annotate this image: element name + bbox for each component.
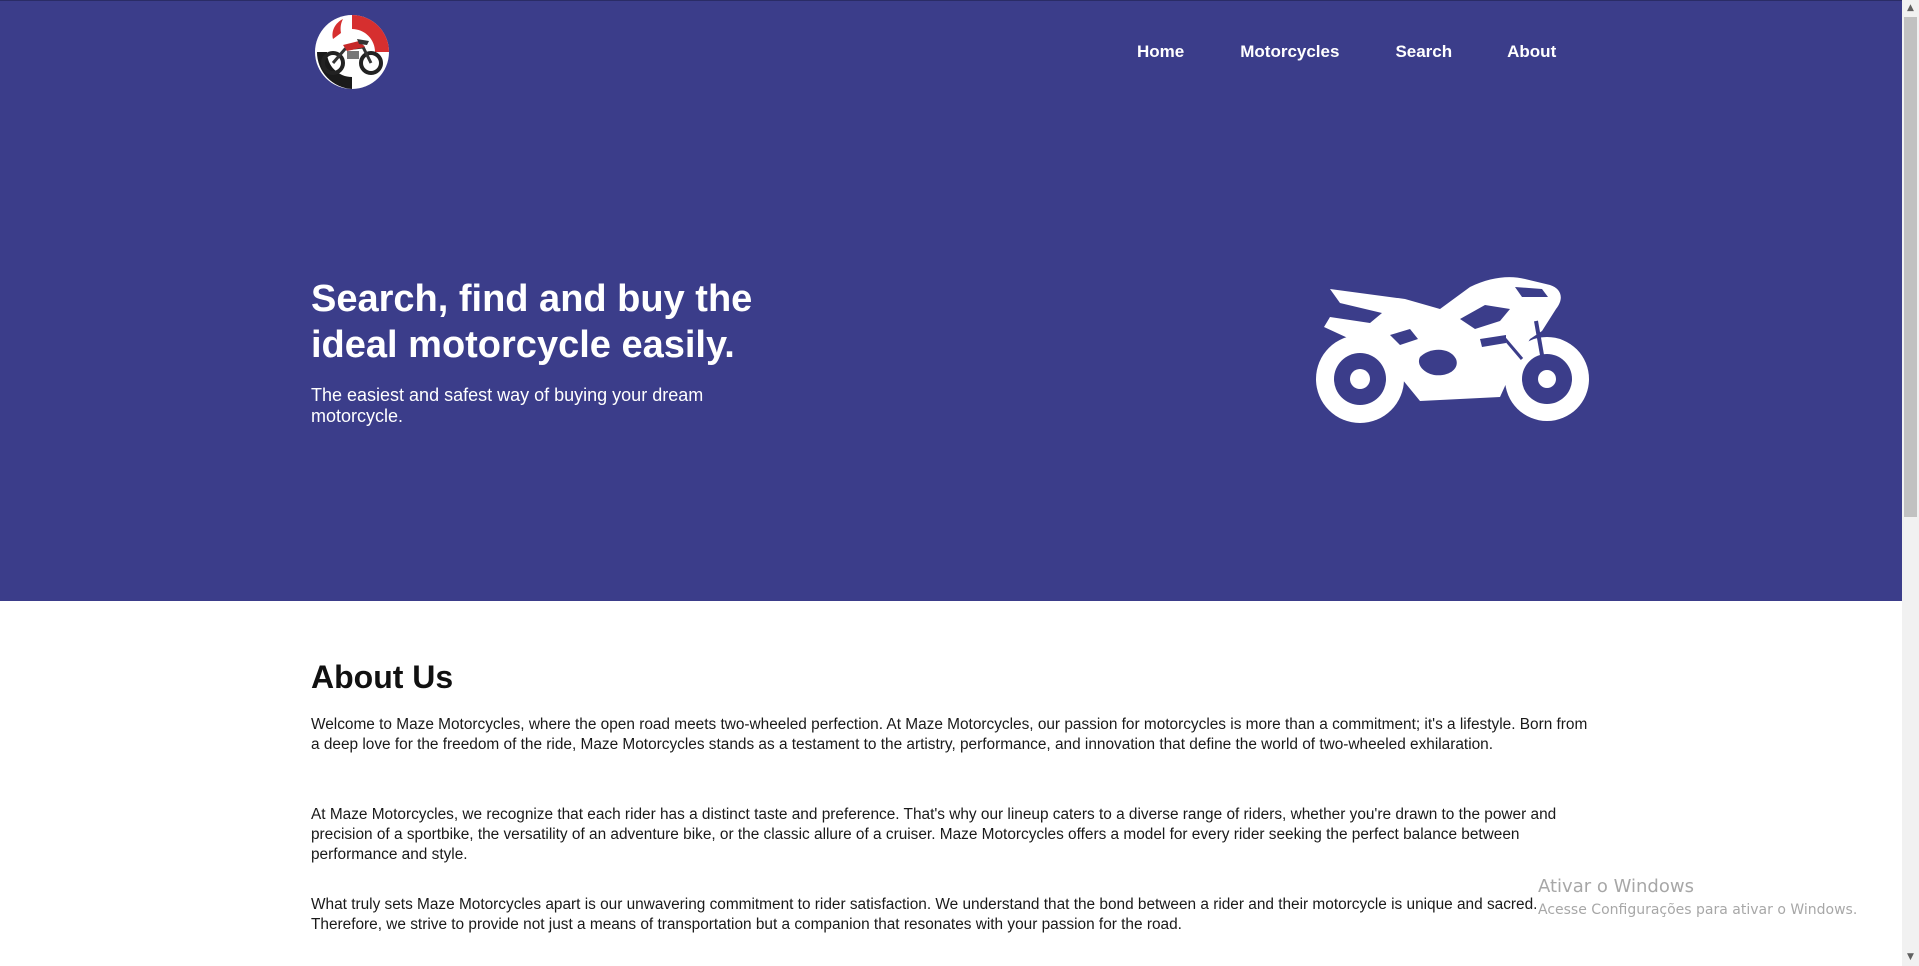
nav-link-search[interactable]: Search [1395, 41, 1452, 63]
nav-link-home[interactable]: Home [1137, 41, 1184, 63]
motorcycle-logo-icon[interactable] [313, 11, 391, 93]
about-paragraph: Welcome to Maze Motorcycles, where the o… [311, 716, 1588, 753]
nav-link-motorcycles[interactable]: Motorcycles [1240, 41, 1339, 63]
main-nav: Home Motorcycles Search About [1137, 41, 1556, 63]
watermark-subtitle: Acesse Configurações para ativar o Windo… [1538, 902, 1858, 918]
motorcycle-icon [1310, 269, 1595, 431]
watermark-title: Ativar o Windows [1538, 876, 1694, 897]
vertical-scrollbar[interactable]: ▲ ▼ [1902, 0, 1919, 966]
scroll-up-arrow-icon[interactable]: ▲ [1902, 0, 1919, 17]
about-paragraph: What truly sets Maze Motorcycles apart i… [311, 896, 1538, 933]
hero-title: Search, find and buy the ideal motorcycl… [311, 278, 753, 366]
about-paragraph: At Maze Motorcycles, we recognize that e… [311, 806, 1557, 863]
about-title: About Us [311, 659, 454, 695]
nav-link-about[interactable]: About [1507, 41, 1556, 63]
scrollbar-thumb[interactable] [1904, 17, 1917, 517]
windows-activation-watermark: Ativar o Windows Acesse Configurações pa… [1538, 876, 1857, 920]
hero-subtitle: The easiest and safest way of buying you… [311, 385, 704, 426]
hero-section: Home Motorcycles Search About Search, fi… [0, 0, 1902, 601]
scroll-down-arrow-icon[interactable]: ▼ [1902, 949, 1919, 966]
page: Home Motorcycles Search About Search, fi… [0, 0, 1919, 966]
